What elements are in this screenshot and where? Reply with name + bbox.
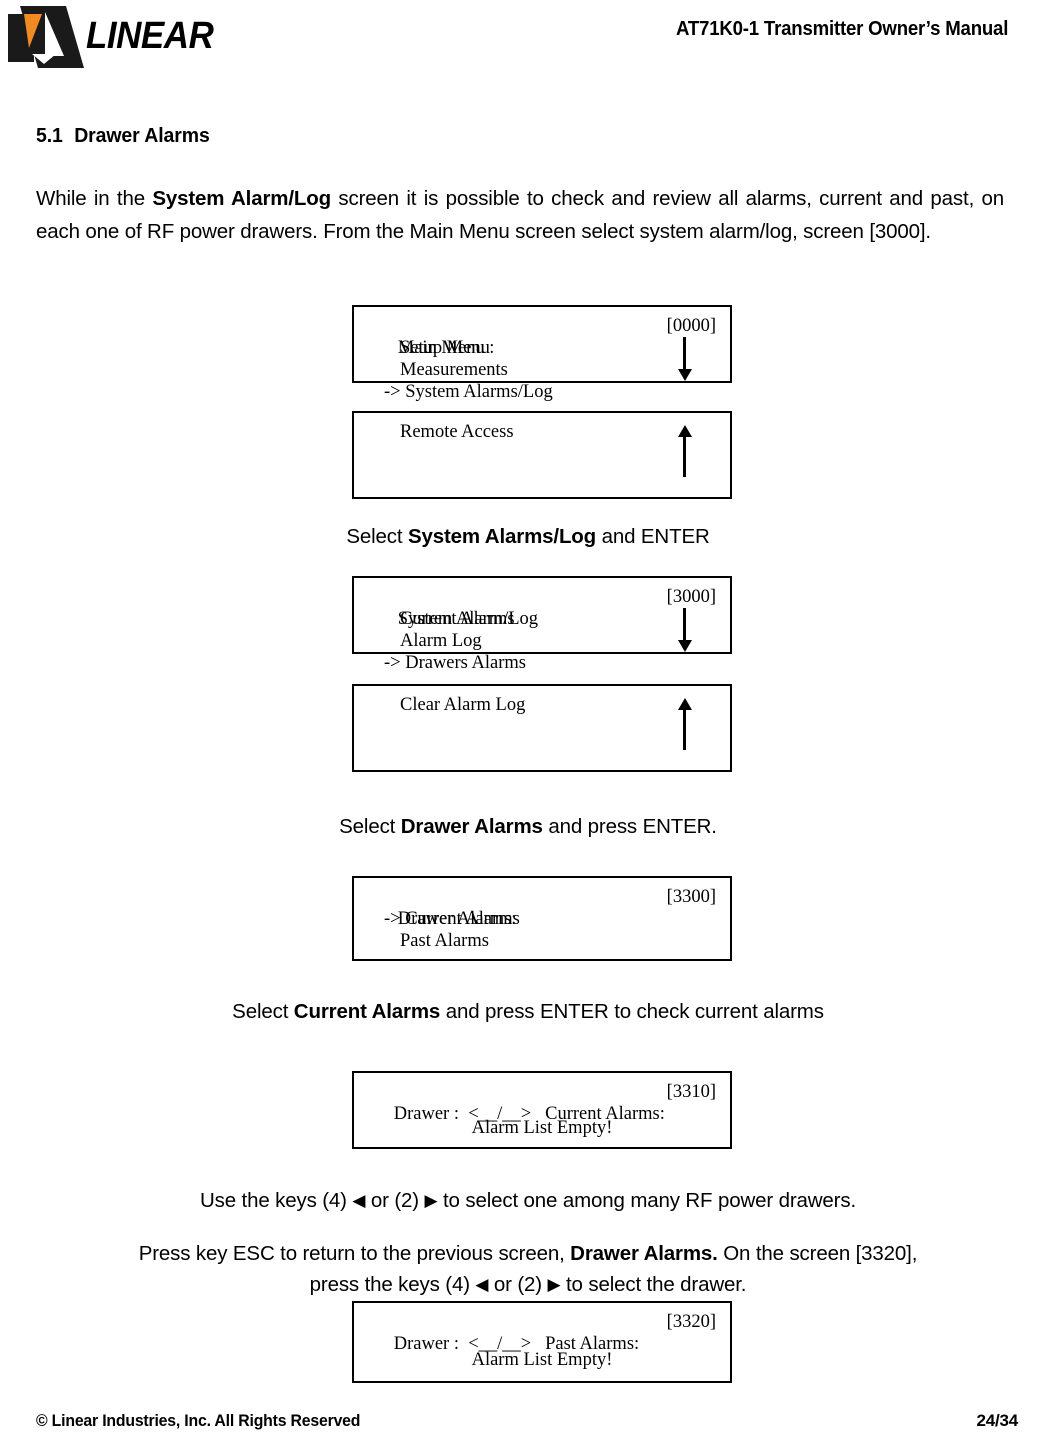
lcd-body: Remote Access	[354, 413, 730, 443]
lcd-menu-item[interactable]: Current Alarms	[354, 608, 730, 630]
right-arrow-icon: ▶	[547, 1275, 561, 1295]
lcd-screen-code: [3320]	[666, 1312, 716, 1332]
lcd-body: Drawer Alarms: [3300] -> Current Alarms …	[354, 878, 730, 952]
caption-part-a: Press key ESC to return to the previous …	[138, 1242, 571, 1265]
page-number: 24/34	[976, 1411, 1018, 1430]
caption-part-d: or (2)	[488, 1273, 548, 1296]
scroll-up-arrow-head-icon	[678, 425, 692, 437]
lcd-screen-main-menu: Main Menu : [0000] Setup Menu Measuremen…	[352, 305, 732, 402]
caption-pre: Select	[232, 1000, 294, 1023]
lcd-screen-code: [3300]	[666, 887, 716, 907]
section-number: 5.1	[36, 124, 63, 147]
caption-press-esc-line2: press the keys (4) ◀ or (2) ▶ to select …	[0, 1269, 1056, 1300]
caption-bold: Drawer Alarms	[400, 815, 543, 838]
caption-select-system-alarms: Select System Alarms/Log and ENTER	[0, 521, 1056, 552]
scroll-down-arrow-head-icon	[678, 369, 692, 381]
left-arrow-icon: ◀	[475, 1275, 489, 1295]
caption-part-b: On the screen [3320],	[717, 1242, 918, 1265]
lcd-body: Clear Alarm Log	[354, 686, 730, 716]
lcd-screen-current-alarms: Drawer : <__/__> Current Alarms: [3310] …	[352, 1071, 732, 1149]
manual-title: AT71K0-1 Transmitter Owner’s Manual	[675, 18, 1008, 40]
brand-logo: LINEAR	[8, 6, 228, 68]
lcd-title-line: Drawer : <__/__> Past Alarms: [3320]	[354, 1311, 730, 1354]
lcd-spacer	[354, 1103, 730, 1117]
caption-press-esc-line1: Press key ESC to return to the previous …	[0, 1238, 1056, 1269]
scroll-up-arrow-icon	[683, 710, 686, 750]
section-heading: 5.1 Drawer Alarms	[36, 124, 956, 148]
caption-post: and press ENTER.	[542, 815, 717, 838]
intro-part-1: While in the	[36, 187, 153, 210]
caption-select-drawer-alarms: Select Drawer Alarms and press ENTER.	[0, 811, 1056, 842]
lcd-body: Drawer : <__/__> Past Alarms: [3320] Ala…	[354, 1303, 730, 1371]
left-arrow-icon: ◀	[352, 1191, 366, 1211]
lcd-body: Main Menu : [0000] Setup Menu Measuremen…	[354, 307, 730, 403]
caption-use-keys: Use the keys (4) ◀ or (2) ▶ to select on…	[0, 1185, 1056, 1216]
lcd-status-text: Alarm List Empty!	[471, 1118, 613, 1138]
lcd-body: System Alarm/Log [3000] Current Alarms A…	[354, 578, 730, 674]
lcd-screen-past-alarms: Drawer : <__/__> Past Alarms: [3320] Ala…	[352, 1301, 732, 1383]
caption-pre: Select	[346, 525, 408, 548]
caption-part-a: Use the keys (4)	[200, 1189, 353, 1212]
lcd-body: Drawer : <__/__> Current Alarms: [3310] …	[354, 1073, 730, 1139]
page-content: 5.1 Drawer Alarms While in the System Ala…	[36, 124, 1004, 248]
lcd-menu-item[interactable]: Remote Access	[354, 421, 730, 443]
caption-bold: Current Alarms	[293, 1000, 441, 1023]
lcd-title-line: Main Menu : [0000]	[354, 315, 730, 358]
caption-part-e: to select the drawer.	[560, 1273, 747, 1296]
lcd-screen-clear-alarm-log: Clear Alarm Log	[352, 684, 732, 772]
logo-wordmark: LINEAR	[86, 15, 214, 57]
scroll-down-arrow-icon	[683, 337, 686, 373]
lcd-menu-item-selected[interactable]: -> Current Alarms	[354, 908, 730, 930]
intro-bold-1: System Alarm/Log	[152, 187, 332, 210]
lcd-menu-item-selected[interactable]: -> System Alarms/Log	[354, 381, 730, 403]
lcd-menu-item[interactable]: Alarm Log	[354, 630, 730, 652]
caption-bold: Drawer Alarms.	[570, 1242, 718, 1265]
right-arrow-icon: ▶	[424, 1191, 438, 1211]
caption-pre: Select	[339, 815, 401, 838]
caption-part-c: press the keys (4)	[309, 1273, 476, 1296]
caption-part-c: to select one among many RF power drawer…	[437, 1189, 856, 1212]
lcd-menu-item[interactable]: Measurements	[354, 359, 730, 381]
scroll-up-arrow-icon	[683, 437, 686, 477]
caption-press-esc: Press key ESC to return to the previous …	[0, 1238, 1056, 1300]
lcd-title-line: Drawer : <__/__> Current Alarms: [3310]	[354, 1081, 730, 1124]
caption-select-current-alarms: Select Current Alarms and press ENTER to…	[0, 996, 1056, 1027]
lcd-menu-item-selected[interactable]: -> Drawers Alarms	[354, 652, 730, 674]
caption-part-b: or (2)	[365, 1189, 425, 1212]
lcd-screen-system-alarm-log: System Alarm/Log [3000] Current Alarms A…	[352, 576, 732, 673]
page-footer: © Linear Industries, Inc. All Rights Res…	[0, 1411, 1056, 1437]
section-title-text: Drawer Alarms	[74, 124, 210, 147]
lcd-menu-item[interactable]: Setup Menu	[354, 337, 730, 359]
lcd-spacer	[354, 1333, 730, 1349]
lcd-menu-item[interactable]: Clear Alarm Log	[354, 694, 730, 716]
caption-post: and press ENTER to check current alarms	[440, 1000, 824, 1023]
caption-post: and ENTER	[596, 525, 710, 548]
scroll-down-arrow-head-icon	[678, 640, 692, 652]
lcd-screen-code: [0000]	[666, 316, 716, 336]
copyright-text: © Linear Industries, Inc. All Rights Res…	[36, 1411, 361, 1430]
lcd-screen-code: [3000]	[666, 587, 716, 607]
lcd-title-line: Drawer Alarms: [3300]	[354, 886, 730, 929]
caption-bold: System Alarms/Log	[407, 525, 597, 548]
lcd-status-text: Alarm List Empty!	[471, 1350, 613, 1370]
lcd-screen-drawer-alarms: Drawer Alarms: [3300] -> Current Alarms …	[352, 876, 732, 961]
lcd-screen-code: [3310]	[666, 1082, 716, 1102]
linear-logo-mark-icon	[8, 6, 84, 68]
page-header: LINEAR AT71K0-1 Transmitter Owner’s Manu…	[0, 0, 1056, 90]
scroll-up-arrow-head-icon	[678, 698, 692, 710]
lcd-screen-remote-access: Remote Access	[352, 411, 732, 499]
lcd-menu-item[interactable]: Past Alarms	[354, 930, 730, 952]
lcd-title-line: System Alarm/Log [3000]	[354, 586, 730, 629]
scroll-down-arrow-icon	[683, 608, 686, 644]
intro-paragraph: While in the System Alarm/Log screen it …	[36, 182, 1004, 248]
